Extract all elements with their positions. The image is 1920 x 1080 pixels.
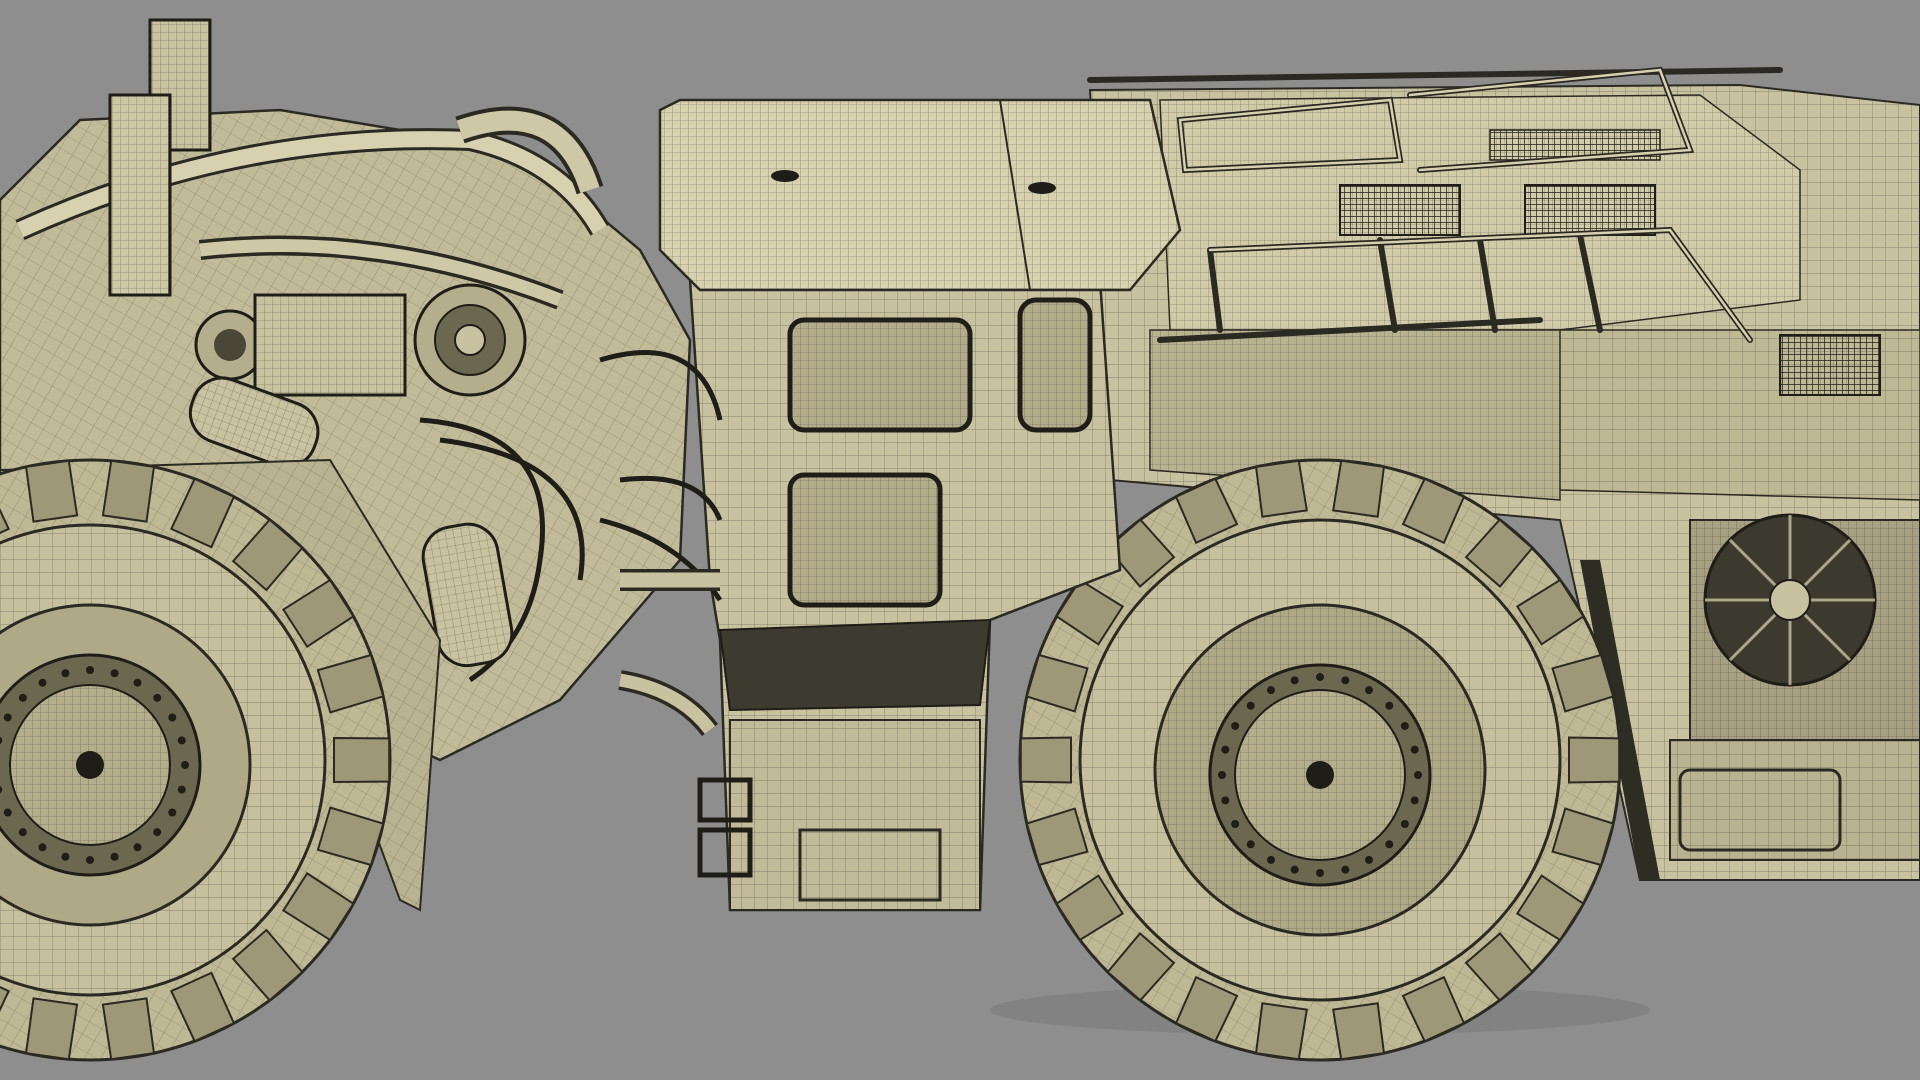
vent-grille — [1339, 184, 1461, 236]
3d-viewport[interactable] — [0, 0, 1920, 1080]
tread-lug — [24, 459, 79, 523]
tread-lug — [101, 997, 156, 1061]
hub-bolt — [3, 808, 12, 817]
hub-bolt — [1410, 745, 1419, 754]
tread-lug — [1019, 736, 1073, 784]
hub-bolt — [168, 808, 177, 817]
hub-bolt — [153, 828, 162, 837]
hub-bolt — [181, 761, 189, 769]
tread-lug — [333, 736, 391, 784]
hub-bolt — [38, 843, 47, 852]
hub-bolt — [18, 693, 27, 702]
hub-bolt — [86, 666, 94, 674]
tread-lug — [1332, 459, 1386, 518]
hub-bolt — [1290, 676, 1299, 685]
tread-lug — [101, 459, 156, 523]
hub-bolt — [1267, 855, 1275, 864]
hub-bolt — [3, 713, 12, 722]
hub-bolt — [1385, 840, 1394, 849]
tread-lug — [24, 997, 79, 1061]
hub-bolt — [1400, 722, 1409, 730]
hub-bolt — [1246, 840, 1255, 849]
hub-bolt — [1267, 686, 1275, 695]
hub-bolt — [133, 678, 142, 687]
hub-bolt — [168, 713, 177, 722]
hub-bolt — [1341, 865, 1350, 874]
hub-bolt — [1221, 745, 1230, 754]
hub-bolt — [133, 843, 142, 852]
hub-bolt — [110, 852, 119, 861]
tread-lug — [1332, 1002, 1386, 1061]
hub-bolt — [1221, 796, 1230, 805]
hub-bolt — [61, 852, 70, 861]
hub-bolt — [1246, 701, 1255, 710]
tread-lug — [1254, 1002, 1308, 1061]
hub-bolt — [1365, 686, 1373, 695]
tread-lug — [1254, 459, 1308, 518]
hub-bolt — [86, 856, 94, 864]
wireframe-model — [0, 18, 1920, 1062]
hub-bolt — [177, 785, 186, 794]
vent-grille — [1779, 334, 1881, 396]
hub-bolt — [1316, 869, 1324, 877]
hub-bolt — [1410, 796, 1419, 805]
hub-bolt — [110, 669, 119, 678]
hub-bolt — [1316, 673, 1324, 681]
hub-bolt — [38, 678, 47, 687]
hub-bolt — [1385, 701, 1394, 710]
hub-bolt — [1365, 855, 1373, 864]
hub-bolt — [1290, 865, 1299, 874]
tread-lug — [1567, 736, 1621, 784]
hub-bolt — [153, 693, 162, 702]
hub-bolt — [1231, 722, 1240, 730]
hub-bolt — [1400, 820, 1409, 828]
hub-bolt — [1218, 771, 1226, 779]
hub-bolt — [61, 669, 70, 678]
hub-bolt — [177, 736, 186, 745]
hub-bolt — [18, 828, 27, 837]
hub-bolt — [1341, 676, 1350, 685]
hub-bolt — [1414, 771, 1422, 779]
hub-bolt — [1231, 820, 1240, 828]
vent-grille — [1524, 184, 1656, 236]
